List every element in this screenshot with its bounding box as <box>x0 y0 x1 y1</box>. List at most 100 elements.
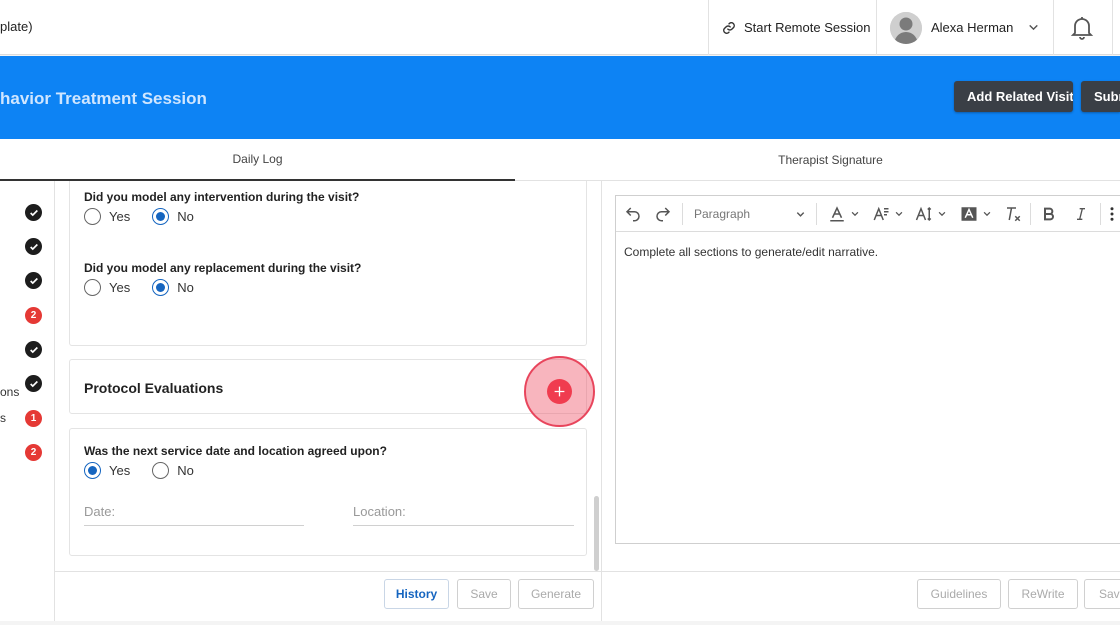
page-title: havior Treatment Session <box>0 89 207 108</box>
daily-log-form[interactable]: Did you model any intervention during th… <box>55 181 601 571</box>
bell-icon <box>1070 17 1094 40</box>
chevron-down-icon <box>983 211 991 217</box>
avatar <box>890 11 922 44</box>
chevron-down-icon <box>796 211 805 217</box>
redo-icon <box>656 207 671 222</box>
italic-icon <box>1077 208 1085 220</box>
section-label-fragment: ons <box>0 385 20 399</box>
chevron-down-icon <box>851 211 859 217</box>
toolbar-divider <box>816 203 817 225</box>
no-label: No <box>177 280 194 295</box>
question-label: Was the next service date and location a… <box>84 444 387 458</box>
breadcrumb[interactable]: plate) <box>0 19 33 34</box>
save-button[interactable]: Save <box>457 579 511 609</box>
yes-radio[interactable] <box>84 208 101 225</box>
header-divider <box>1053 0 1054 55</box>
line-height-icon <box>915 206 932 222</box>
tab-therapist-signature[interactable]: Therapist Signature <box>541 139 1120 181</box>
rewrite-button[interactable]: ReWrite <box>1008 579 1078 609</box>
bold-icon <box>1044 207 1054 221</box>
question-label: Did you model any intervention during th… <box>84 190 360 204</box>
radio-group: Yes No <box>84 279 216 296</box>
start-remote-session-button[interactable]: Start Remote Session <box>722 0 870 55</box>
undo-button[interactable] <box>624 196 642 232</box>
complete-check-icon[interactable] <box>25 341 42 358</box>
clear-formatting-button[interactable] <box>1004 196 1022 232</box>
add-protocol-evaluation-button[interactable] <box>524 356 595 427</box>
yes-label: Yes <box>109 209 131 224</box>
complete-check-icon[interactable] <box>25 204 42 221</box>
chevron-down-icon <box>938 211 946 217</box>
user-menu[interactable]: Alexa Herman <box>890 0 1040 55</box>
status-badge[interactable]: 2 <box>25 307 42 324</box>
guidelines-button[interactable]: Guidelines <box>917 579 1001 609</box>
editor-toolbar: Paragraph <box>616 196 1120 232</box>
italic-button[interactable] <box>1073 196 1089 232</box>
chevron-down-icon <box>895 211 903 217</box>
paragraph-format-value: Paragraph <box>694 207 751 221</box>
date-field[interactable]: Date: <box>84 504 304 526</box>
font-size-button[interactable] <box>872 196 904 232</box>
status-badge[interactable]: 2 <box>25 444 42 461</box>
chevron-down-icon <box>1029 24 1039 31</box>
yes-label: Yes <box>109 463 131 478</box>
highlight-color-button[interactable] <box>960 196 992 232</box>
complete-check-icon[interactable] <box>25 238 42 255</box>
complete-check-icon[interactable] <box>25 272 42 289</box>
header-divider <box>876 0 877 55</box>
font-color-icon <box>830 206 844 222</box>
yes-radio[interactable] <box>84 279 101 296</box>
toolbar-divider <box>682 203 683 225</box>
notifications-button[interactable] <box>1070 15 1094 46</box>
redo-button[interactable] <box>654 196 672 232</box>
submit-button[interactable]: Subm <box>1081 81 1120 112</box>
section-title: Protocol Evaluations <box>84 380 224 396</box>
toolbar-divider <box>1100 203 1101 225</box>
clear-formatting-icon <box>1007 207 1021 222</box>
user-name: Alexa Herman <box>931 20 1014 35</box>
yes-label: Yes <box>109 280 131 295</box>
bold-button[interactable] <box>1041 196 1057 232</box>
radio-group: Yes No <box>84 208 216 225</box>
highlight-icon <box>961 207 977 221</box>
narrative-editor-panel: Paragraph Complete all sections to gener… <box>602 181 1120 571</box>
radio-group: Yes No <box>84 462 216 479</box>
undo-icon <box>625 207 640 222</box>
top-header: plate) Start Remote Session Alexa Herman <box>0 0 1120 55</box>
no-label: No <box>177 463 194 478</box>
plus-icon <box>547 379 572 404</box>
question-label: Did you model any replacement during the… <box>84 261 362 275</box>
yes-radio[interactable] <box>84 462 101 479</box>
tab-bar: Daily Log Therapist Signature <box>0 139 1120 181</box>
protocol-evaluations-card[interactable]: Protocol Evaluations <box>69 359 587 414</box>
narrative-editor[interactable]: Paragraph Complete all sections to gener… <box>615 195 1120 544</box>
more-vertical-icon <box>1110 207 1114 221</box>
font-color-button[interactable] <box>828 196 860 232</box>
status-badge[interactable]: 1 <box>25 410 42 427</box>
header-divider <box>708 0 709 55</box>
more-options-button[interactable] <box>1109 196 1115 232</box>
no-radio[interactable] <box>152 208 170 225</box>
font-size-icon <box>873 206 889 221</box>
history-button[interactable]: History <box>384 579 449 609</box>
paragraph-format-dropdown[interactable]: Paragraph <box>694 196 806 232</box>
generate-button[interactable]: Generate <box>518 579 594 609</box>
scrollbar[interactable] <box>594 496 599 571</box>
editor-save-button[interactable]: Save <box>1084 579 1120 609</box>
form-actions: History Save Generate <box>55 571 601 621</box>
start-remote-session-label: Start Remote Session <box>744 20 871 35</box>
no-label: No <box>177 209 194 224</box>
question-card: Did you model any intervention during th… <box>69 181 587 346</box>
tab-daily-log[interactable]: Daily Log <box>0 139 515 181</box>
narrative-content[interactable]: Complete all sections to generate/edit n… <box>624 245 878 259</box>
complete-check-icon[interactable] <box>25 375 42 392</box>
section-status-rail: 2 ons 1 s 2 <box>0 181 55 621</box>
location-field[interactable]: Location: <box>353 504 574 526</box>
line-height-button[interactable] <box>915 196 947 232</box>
no-radio[interactable] <box>152 279 170 296</box>
add-related-visit-button[interactable]: Add Related Visit <box>954 81 1073 112</box>
section-label-fragment: s <box>0 411 6 425</box>
toolbar-divider <box>1030 203 1031 225</box>
no-radio[interactable] <box>152 462 170 479</box>
link-icon <box>723 21 735 34</box>
